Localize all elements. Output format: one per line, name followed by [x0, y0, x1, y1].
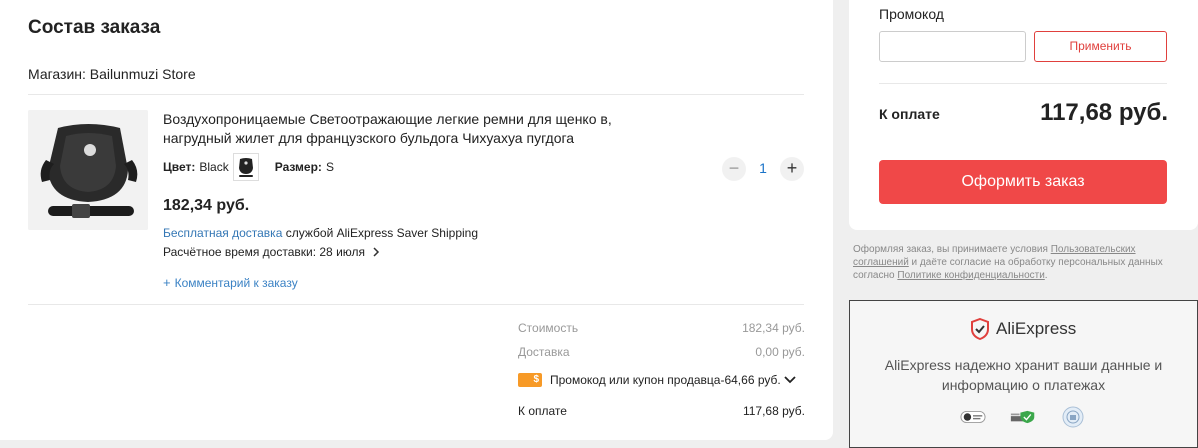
- order-title: Состав заказа: [28, 17, 161, 38]
- product-price: 182,34 руб.: [163, 197, 250, 214]
- harness-image: [28, 110, 148, 230]
- chevron-right-icon: [373, 247, 380, 257]
- chevron-down-icon: [784, 376, 796, 384]
- logo-text: AliExpress: [996, 319, 1077, 338]
- cost-label: Стоимость: [518, 321, 579, 335]
- security-text: AliExpress надежно хранит ваши данные и …: [884, 357, 1163, 393]
- free-shipping-link[interactable]: Бесплатная доставка: [163, 226, 282, 240]
- checkout-button[interactable]: Оформить заказ: [879, 160, 1167, 204]
- size-value: S: [325, 160, 334, 174]
- summary-cost-row: Стоимость 182,34 руб.: [518, 319, 805, 337]
- verified-badge-icon: [1010, 407, 1036, 427]
- pay-label: К оплате: [879, 106, 940, 122]
- product-properties: Цвет: Black Размер: S: [163, 153, 334, 181]
- divider: [28, 304, 804, 305]
- summary-delivery-row: Доставка 0,00 руб.: [518, 343, 805, 361]
- comment-label: Комментарий к заказу: [174, 275, 298, 290]
- shipping-service: службой AliExpress Saver Shipping: [285, 226, 479, 240]
- promo-label: Промокод: [879, 6, 944, 22]
- color-value: Black: [199, 160, 229, 174]
- terms-text: .: [1044, 270, 1048, 281]
- privacy-policy-link[interactable]: Политике конфиденциальности: [897, 270, 1044, 281]
- plus-icon: +: [163, 275, 171, 290]
- terms-text: Оформляя заказ, вы принимаете условия: [853, 244, 1051, 255]
- product-image[interactable]: [28, 110, 148, 230]
- quantity-stepper: − 1 +: [722, 157, 804, 181]
- product-title[interactable]: Воздухопроницаемые Светоотражающие легки…: [163, 110, 633, 148]
- total-label: К оплате: [518, 404, 567, 418]
- apply-promo-button[interactable]: Применить: [1034, 31, 1167, 62]
- divider: [879, 83, 1167, 84]
- terms-notice: Оформляя заказ, вы принимаете условия По…: [853, 243, 1193, 282]
- decrease-button[interactable]: −: [722, 157, 746, 181]
- delivery-eta[interactable]: Расчётное время доставки: 28 июля: [163, 245, 383, 259]
- quantity-value[interactable]: 1: [750, 160, 776, 176]
- cost-value: 182,34 руб.: [742, 321, 805, 335]
- pci-dss-badge-icon: [960, 407, 986, 427]
- delivery-eta-text: Расчётное время доставки: 28 июля: [163, 245, 366, 259]
- order-card: Состав заказа Магазин: Bailunmuzi Store …: [0, 0, 833, 440]
- coupon-icon: $: [518, 373, 542, 387]
- shipping-info: Бесплатная доставка службой AliExpress S…: [163, 226, 478, 240]
- shield-check-icon: [971, 318, 989, 340]
- certification-badge-icon: [1060, 406, 1086, 428]
- security-card: AliExpress AliExpress надежно хранит ваш…: [849, 300, 1198, 448]
- increase-button[interactable]: +: [780, 157, 804, 181]
- color-label: Цвет:: [163, 160, 196, 174]
- aliexpress-logo: AliExpress: [970, 318, 1076, 340]
- checkout-card: Промокод Применить К оплате 117,68 руб. …: [849, 0, 1198, 230]
- delivery-value: 0,00 руб.: [755, 345, 805, 359]
- pay-total: 117,68 руб.: [1040, 99, 1168, 126]
- coupon-text: Промокод или купон продавца-64,66 руб.: [550, 373, 781, 387]
- promo-code-input[interactable]: [879, 31, 1026, 62]
- delivery-label: Доставка: [518, 345, 570, 359]
- total-value: 117,68 руб.: [742, 404, 805, 418]
- color-swatch: [232, 153, 259, 181]
- summary-total-row: К оплате 117,68 руб.: [518, 402, 805, 420]
- store-name[interactable]: Магазин: Bailunmuzi Store: [28, 66, 196, 82]
- size-label: Размер:: [274, 160, 322, 174]
- divider: [28, 94, 804, 95]
- add-comment-button[interactable]: + Комментарий к заказу: [163, 275, 298, 290]
- seller-coupon-dropdown[interactable]: $ Промокод или купон продавца-64,66 руб.: [518, 371, 808, 389]
- harness-swatch-icon: [238, 158, 253, 177]
- security-badges: [960, 406, 1086, 428]
